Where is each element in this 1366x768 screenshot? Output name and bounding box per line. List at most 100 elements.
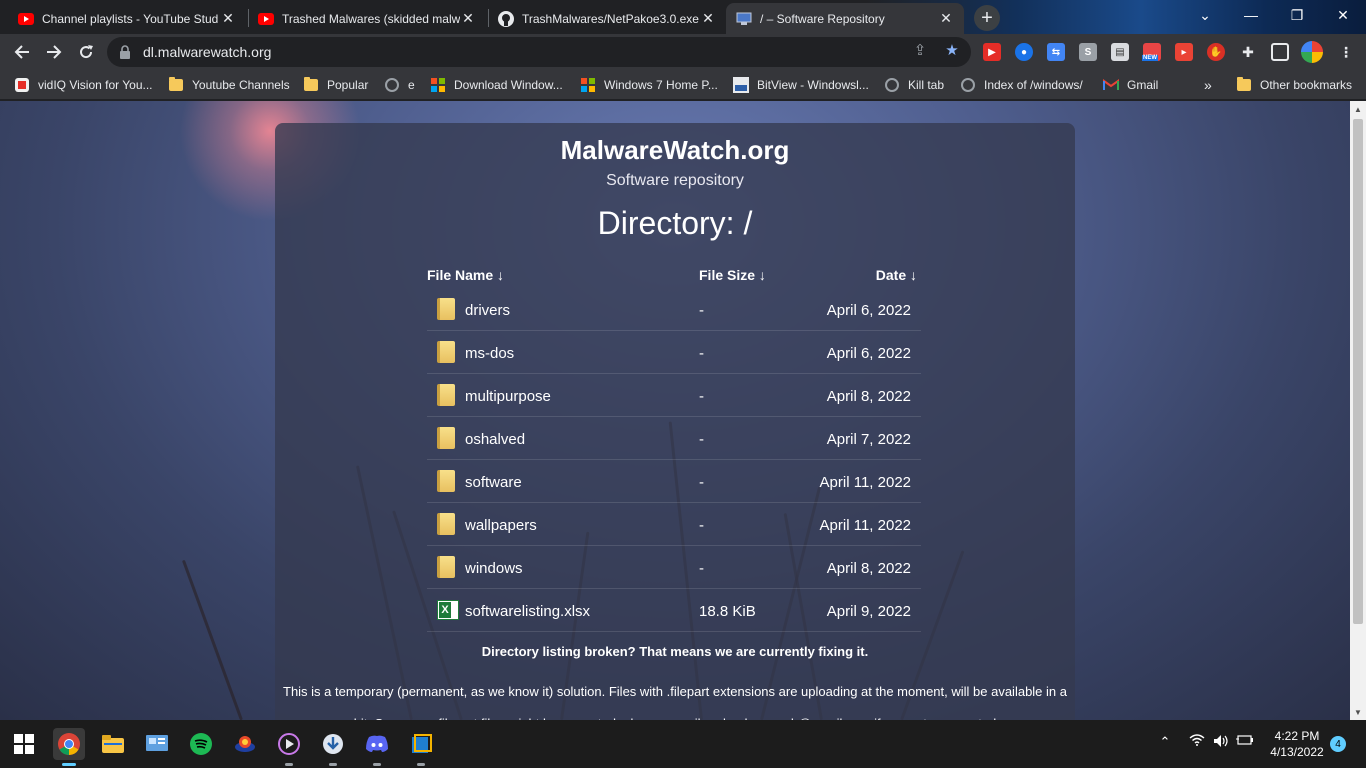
file-name[interactable]: oshalved xyxy=(465,431,525,448)
close-tab-icon[interactable]: ✕ xyxy=(700,10,716,27)
address-bar[interactable]: dl.malwarewatch.org xyxy=(107,37,971,67)
table-row[interactable]: windows - April 8, 2022 xyxy=(427,546,921,589)
menu-kebab-icon[interactable]: ⋮ xyxy=(1337,43,1355,61)
bookmark-index-windows[interactable]: Index of /windows/ xyxy=(960,75,1083,95)
table-row[interactable]: ms-dos - April 6, 2022 xyxy=(427,331,921,374)
extension-s-icon[interactable]: S xyxy=(1079,43,1097,61)
tray-overflow-chevron-icon[interactable]: ⌃ xyxy=(1156,734,1174,750)
extensions-puzzle-icon[interactable]: ✚ xyxy=(1239,43,1257,61)
file-explorer-icon[interactable] xyxy=(97,728,129,760)
windows-start-icon[interactable] xyxy=(8,728,40,760)
battery-icon[interactable] xyxy=(1235,734,1255,746)
control-panel-icon[interactable] xyxy=(141,728,173,760)
bookmarks-overflow-button[interactable]: » xyxy=(1204,75,1212,95)
bookmark-windows7[interactable]: Windows 7 Home P... xyxy=(580,75,718,95)
close-window-button[interactable]: ✕ xyxy=(1320,0,1366,30)
table-row[interactable]: softwarelisting.xlsx 18.8 KiB April 9, 2… xyxy=(427,589,921,632)
sort-by-date[interactable]: Date ↓ xyxy=(876,267,917,283)
file-name[interactable]: softwarelisting.xlsx xyxy=(465,603,590,620)
file-date: April 7, 2022 xyxy=(826,431,911,448)
media-player-icon[interactable] xyxy=(273,728,305,766)
site-title[interactable]: MalwareWatch.org xyxy=(275,135,1075,166)
downloader-icon[interactable] xyxy=(317,728,349,766)
table-row[interactable]: drivers - April 6, 2022 xyxy=(427,288,921,331)
back-button[interactable] xyxy=(9,39,35,65)
arrow-left-icon xyxy=(14,45,29,59)
table-row[interactable]: multipurpose - April 8, 2022 xyxy=(427,374,921,417)
file-name[interactable]: multipurpose xyxy=(465,388,551,405)
arrow-right-icon xyxy=(47,45,62,59)
bookmark-download-windows[interactable]: Download Window... xyxy=(430,75,563,95)
scrollbar-thumb[interactable] xyxy=(1353,119,1363,624)
table-row[interactable]: software - April 11, 2022 xyxy=(427,460,921,503)
volume-icon[interactable] xyxy=(1211,734,1231,748)
bookmark-youtube-channels[interactable]: Youtube Channels xyxy=(168,75,290,95)
share-icon[interactable]: ⇪ xyxy=(911,41,929,59)
clock-date: 4/13/2022 xyxy=(1270,745,1324,759)
system-clock[interactable]: 4:22 PM 4/13/2022 xyxy=(1262,728,1332,760)
bookmark-e[interactable]: e xyxy=(384,75,415,95)
scroll-down-arrow-icon[interactable]: ▼ xyxy=(1350,704,1366,720)
page-viewport: MalwareWatch.org Software repository Dir… xyxy=(0,101,1350,720)
table-row[interactable]: wallpapers - April 11, 2022 xyxy=(427,503,921,546)
notice-heading: Directory listing broken? That means we … xyxy=(481,644,869,659)
app-icon[interactable] xyxy=(229,728,261,760)
discord-icon[interactable] xyxy=(361,728,393,766)
close-tab-icon[interactable]: ✕ xyxy=(460,10,476,27)
url-text[interactable]: dl.malwarewatch.org xyxy=(143,44,271,60)
tab-youtube-studio[interactable]: Channel playlists - YouTube Stud ✕ xyxy=(8,3,246,34)
running-indicator xyxy=(373,763,381,766)
tab-software-repository[interactable]: / – Software Repository ✕ xyxy=(726,3,964,34)
bookmark-vidiq[interactable]: vidIQ Vision for You... xyxy=(14,75,153,95)
tab-title: Trashed Malwares (skidded malw xyxy=(282,11,460,26)
folder-icon xyxy=(437,427,455,449)
bookmark-kill-tab[interactable]: Kill tab xyxy=(884,75,944,95)
sort-by-name[interactable]: File Name ↓ xyxy=(427,267,504,283)
virtualbox-icon[interactable] xyxy=(405,728,437,766)
reload-button[interactable] xyxy=(73,39,99,65)
bookmarks-bar: vidIQ Vision for You... Youtube Channels… xyxy=(0,70,1366,100)
bookmark-bitview[interactable]: BitView - Windowsl... xyxy=(733,75,869,95)
bookmark-popular[interactable]: Popular xyxy=(303,75,368,95)
close-tab-icon[interactable]: ✕ xyxy=(220,10,236,27)
profile-avatar[interactable] xyxy=(1301,41,1323,63)
other-bookmarks[interactable]: Other bookmarks xyxy=(1236,75,1352,95)
adblock-icon[interactable]: ✋ xyxy=(1207,43,1225,61)
extension-new-icon[interactable]: NEW xyxy=(1142,43,1161,61)
forward-button[interactable] xyxy=(41,39,67,65)
file-size: - xyxy=(699,431,704,448)
tab-trashed-malwares[interactable]: Trashed Malwares (skidded malw ✕ xyxy=(248,3,486,34)
background-grass xyxy=(181,559,243,720)
extension-printer-icon[interactable]: ▤ xyxy=(1111,43,1129,61)
tab-github-netpakoe[interactable]: TrashMalwares/NetPakoe3.0.exe ✕ xyxy=(488,3,726,34)
sort-by-size[interactable]: File Size ↓ xyxy=(699,267,766,283)
extension-record-icon[interactable]: ▸ xyxy=(1175,43,1193,61)
folder-icon xyxy=(303,77,319,93)
vidiq-extension-icon[interactable]: ▶ xyxy=(983,43,1001,61)
file-name[interactable]: software xyxy=(465,474,522,491)
bookmark-star-icon[interactable]: ★ xyxy=(943,41,961,59)
notification-badge[interactable]: 4 xyxy=(1330,736,1346,752)
wifi-icon[interactable] xyxy=(1187,734,1207,746)
extension-blue-icon[interactable]: ● xyxy=(1015,43,1033,61)
maximize-button[interactable]: ❐ xyxy=(1274,0,1320,30)
new-tab-button[interactable]: + xyxy=(974,5,1000,31)
file-name[interactable]: wallpapers xyxy=(465,517,537,534)
bookmark-gmail[interactable]: Gmail xyxy=(1103,75,1158,95)
tab-search-button[interactable]: ⌄ xyxy=(1182,0,1228,30)
file-date: April 11, 2022 xyxy=(819,517,911,534)
file-name[interactable]: windows xyxy=(465,560,523,577)
side-panel-icon[interactable] xyxy=(1271,43,1289,61)
table-row[interactable]: oshalved - April 7, 2022 xyxy=(427,417,921,460)
file-name[interactable]: drivers xyxy=(465,302,510,319)
page-scrollbar[interactable]: ▲ ▼ xyxy=(1350,101,1366,720)
spotify-icon[interactable] xyxy=(185,728,217,760)
file-name[interactable]: ms-dos xyxy=(465,345,514,362)
close-tab-icon[interactable]: ✕ xyxy=(938,10,954,27)
minimize-button[interactable]: — xyxy=(1228,0,1274,30)
scroll-up-arrow-icon[interactable]: ▲ xyxy=(1350,101,1366,117)
folder-icon xyxy=(437,384,455,406)
folder-icon xyxy=(168,77,184,93)
chrome-icon[interactable] xyxy=(53,728,85,766)
extension-translate-icon[interactable]: ⇆ xyxy=(1047,43,1065,61)
